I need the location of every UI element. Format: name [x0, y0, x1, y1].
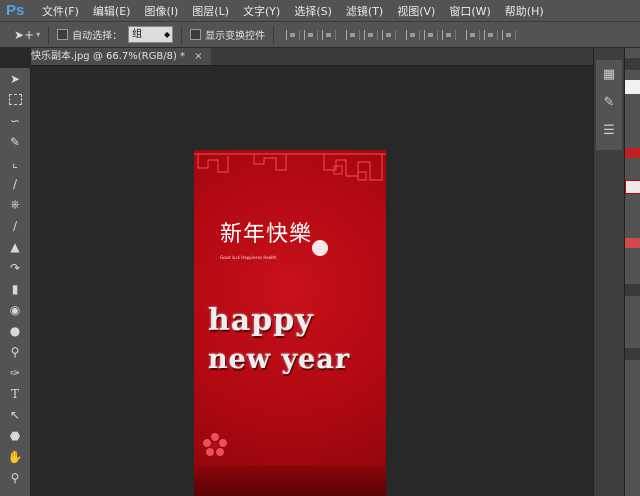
eyedropper-tool-icon[interactable]: ∕ [0, 173, 30, 194]
new-year-text: new year [208, 344, 351, 375]
zoom-tool-icon[interactable]: ⚲ [0, 467, 30, 488]
show-transform-option[interactable]: 显示变换控件 [190, 27, 265, 42]
auto-select-option[interactable]: 自动选择： [57, 27, 122, 42]
document-image[interactable]: 新年快樂 Good luck Happiness Health happy ne… [194, 150, 386, 496]
menu-view[interactable]: 视图(V) [397, 3, 435, 19]
auto-select-label: 自动选择： [72, 31, 123, 42]
panel-header[interactable] [625, 58, 640, 70]
bottom-pattern-band [194, 466, 386, 496]
auto-select-value: 组 [132, 29, 143, 40]
properties-panel-icon[interactable]: ☰ [596, 116, 622, 144]
color-swatch-light-red[interactable] [625, 238, 640, 248]
menu-edit[interactable]: 编辑(E) [93, 3, 131, 19]
menu-type[interactable]: 文字(Y) [243, 3, 280, 19]
crop-tool-icon[interactable]: ⌞ [0, 152, 30, 173]
move-tool-icon[interactable]: ➤ [0, 68, 30, 89]
document-tab-strip: 快乐副本.jpg @ 66.7%(RGB/8) * × [31, 48, 593, 66]
align-left-icon[interactable] [346, 29, 361, 40]
quick-select-tool-icon[interactable]: ✎ [0, 131, 30, 152]
path-select-tool-icon[interactable]: ↖ [0, 404, 30, 425]
no-color-swatch[interactable] [625, 180, 640, 194]
divider [48, 25, 50, 44]
document-tab[interactable]: 快乐副本.jpg @ 66.7%(RGB/8) * × [31, 48, 211, 65]
lasso-tool-icon[interactable]: ∽ [0, 110, 30, 131]
dropdown-arrow-icon: ◆ [163, 30, 171, 39]
panel-header[interactable] [625, 284, 640, 296]
color-swatch-red[interactable] [625, 148, 640, 158]
align-bottom-icon[interactable] [322, 29, 337, 40]
auto-select-dropdown[interactable]: 组 ◆ [128, 26, 174, 43]
align-top-icon[interactable] [286, 29, 301, 40]
expanded-panel-edge [624, 48, 640, 496]
dodge-tool-icon[interactable]: ⚲ [0, 341, 30, 362]
shape-tool-icon[interactable]: ⬣ [0, 425, 30, 446]
align-hcenter-icon[interactable] [364, 29, 379, 40]
lattice-border-pattern [194, 153, 386, 181]
close-tab-icon[interactable]: × [194, 51, 202, 62]
distribute-bottom-icon[interactable] [442, 29, 457, 40]
divider [181, 25, 183, 44]
distribute-hcenter-icon[interactable] [484, 29, 499, 40]
flower-ornament [203, 433, 227, 456]
menu-layer[interactable]: 图层(L) [192, 3, 229, 19]
distribute-top-icon[interactable] [406, 29, 421, 40]
distribute-vcenter-icon[interactable] [424, 29, 439, 40]
menu-image[interactable]: 图像(I) [144, 3, 178, 19]
eraser-tool-icon[interactable]: ▮ [0, 278, 30, 299]
menu-file[interactable]: 文件(F) [42, 3, 79, 19]
tool-preset-chevron-icon[interactable]: ▾ [36, 30, 40, 39]
clone-stamp-tool-icon[interactable]: ▲ [0, 236, 30, 257]
show-transform-label: 显示变换控件 [205, 31, 266, 42]
history-panel-icon[interactable]: ▦ [596, 60, 622, 88]
auto-select-checkbox[interactable] [57, 29, 69, 40]
brush-tool-icon[interactable]: ∕ [0, 215, 30, 236]
divider [273, 25, 275, 44]
distribute-right-icon[interactable] [502, 29, 517, 40]
options-bar: ➤+ ▾ 自动选择： 组 ◆ 显示变换控件 [0, 21, 640, 48]
document-tab-title: 快乐副本.jpg @ 66.7%(RGB/8) * [31, 51, 186, 62]
move-tool-icon[interactable]: ➤+ [14, 28, 34, 42]
collapsed-panels: ▦ ✎ ☰ [596, 60, 622, 150]
color-swatch-foreground[interactable] [625, 80, 640, 94]
align-right-icon[interactable] [382, 29, 397, 40]
hand-tool-icon[interactable]: ✋ [0, 446, 30, 467]
pen-tool-icon[interactable]: ✑ [0, 362, 30, 383]
menu-bar: Ps 文件(F) 编辑(E) 图像(I) 图层(L) 文字(Y) 选择(S) 滤… [0, 0, 640, 21]
panel-header[interactable] [625, 348, 640, 360]
menu-select[interactable]: 选择(S) [294, 3, 332, 19]
align-vcenter-icon[interactable] [304, 29, 319, 40]
seal-stamp [312, 240, 328, 256]
history-brush-tool-icon[interactable]: ↷ [0, 257, 30, 278]
artwork-subtitle: Good luck Happiness Health [220, 255, 277, 260]
menu-window[interactable]: 窗口(W) [449, 3, 490, 19]
marquee-tool-icon[interactable] [0, 89, 30, 110]
brush-presets-panel-icon[interactable]: ✎ [596, 88, 622, 116]
paint-bucket-tool-icon[interactable]: ◉ [0, 299, 30, 320]
chinese-title: 新年快樂 [220, 222, 313, 247]
tools-panel: ➤ ∽ ✎ ⌞ ∕ ⎈ ∕ ▲ ↷ ▮ ◉ ● ⚲ ✑ T ↖ ⬣ ✋ ⚲ [0, 68, 31, 496]
menu-filter[interactable]: 滤镜(T) [346, 3, 383, 19]
show-transform-checkbox[interactable] [190, 29, 202, 40]
distribute-left-icon[interactable] [466, 29, 481, 40]
blur-tool-icon[interactable]: ● [0, 320, 30, 341]
type-tool-icon[interactable]: T [0, 383, 30, 404]
photoshop-logo: Ps [6, 2, 25, 19]
happy-text: happy [208, 303, 314, 338]
menu-help[interactable]: 帮助(H) [505, 3, 544, 19]
healing-brush-tool-icon[interactable]: ⎈ [0, 194, 30, 215]
